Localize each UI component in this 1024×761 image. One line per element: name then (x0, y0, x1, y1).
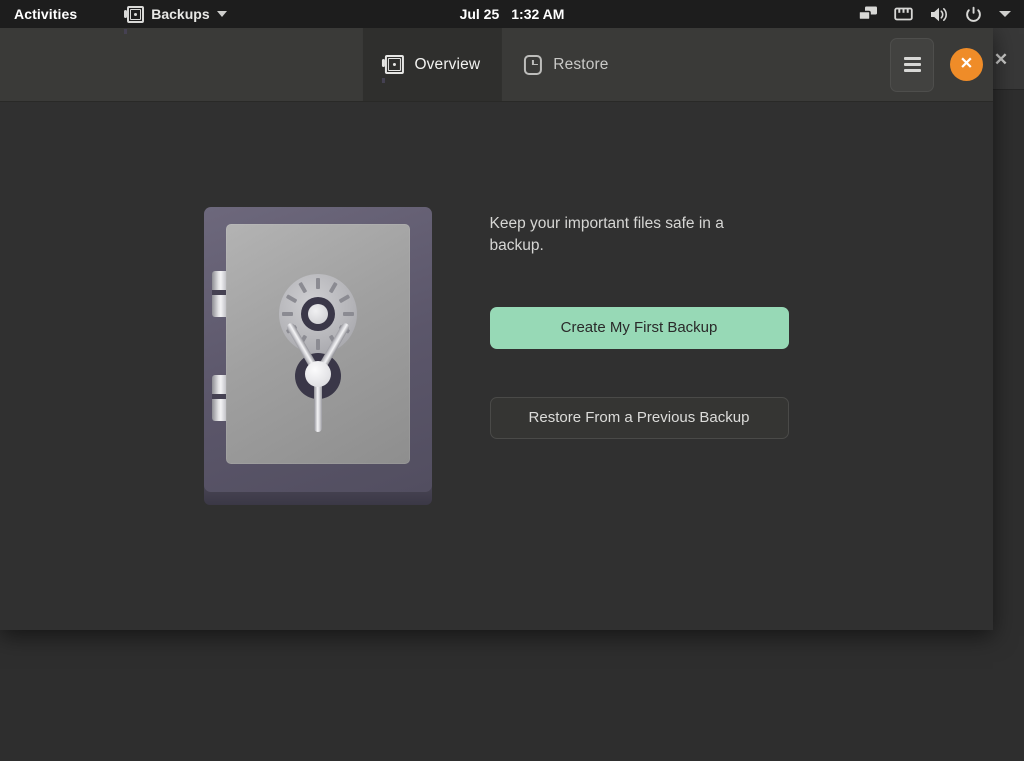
safe-icon (124, 5, 145, 34)
window-content: Keep your important files safe in a back… (0, 102, 993, 630)
close-icon: ✕ (959, 55, 974, 72)
safe-dial-tick (328, 281, 338, 294)
safe-dial-tick (281, 312, 293, 316)
empty-state-description: Keep your important files safe in a back… (489, 215, 724, 255)
safe-illustration (203, 207, 432, 505)
panel-status-area[interactable] (858, 0, 1018, 28)
volume-icon (929, 6, 949, 23)
create-first-backup-button[interactable]: Create My First Backup (489, 306, 789, 349)
window-close-button[interactable]: ✕ (950, 48, 983, 81)
view-switcher: Overview Restore (362, 28, 630, 101)
app-menu-label: Backups (151, 6, 210, 22)
tab-overview[interactable]: Overview (362, 28, 503, 101)
safe-dial-tick (285, 294, 297, 304)
header-controls: ✕ (890, 28, 983, 101)
empty-state: Keep your important files safe in a back… (203, 207, 790, 505)
gnome-top-panel: Activities Backups Jul 25 1:32 AM (0, 0, 1024, 34)
clock-icon (524, 54, 543, 75)
desktop: ✕ Overview Restore ✕ Keep your important… (0, 0, 1024, 761)
safe-dial-tick (297, 281, 307, 294)
backups-window: Overview Restore ✕ Keep your important f… (0, 28, 993, 630)
panel-date: Jul 25 (459, 6, 500, 22)
power-icon (965, 6, 982, 23)
safe-dial (278, 274, 357, 354)
app-menu-button[interactable]: Backups (117, 0, 236, 34)
safe-body (203, 207, 432, 492)
tab-restore-label: Restore (553, 55, 609, 73)
background-window-close-icon[interactable]: ✕ (992, 50, 1010, 68)
screen-share-icon (858, 6, 878, 22)
chevron-down-icon (998, 9, 1012, 19)
safe-dial-tick (338, 294, 350, 304)
panel-left: Activities Backups (0, 0, 237, 34)
empty-state-actions: Keep your important files safe in a back… (489, 207, 790, 439)
restore-previous-backup-button[interactable]: Restore From a Previous Backup (489, 396, 789, 439)
network-wired-icon (894, 6, 913, 22)
safe-dial-tick (315, 339, 320, 350)
tab-restore[interactable]: Restore (502, 28, 630, 101)
chevron-down-icon (216, 11, 227, 17)
tab-overview-label: Overview (414, 55, 481, 73)
safe-dial-tick (315, 278, 320, 289)
panel-clock[interactable]: Jul 25 1:32 AM (450, 0, 575, 28)
safe-icon (381, 55, 404, 83)
window-headerbar: Overview Restore ✕ (0, 28, 993, 102)
panel-time: 1:32 AM (511, 6, 565, 22)
hamburger-icon (903, 54, 921, 75)
safe-dial-hub (300, 297, 335, 331)
safe-dial-tick (342, 312, 354, 316)
safe-handle-knob (304, 361, 331, 387)
main-menu-button[interactable] (890, 37, 934, 92)
activities-button[interactable]: Activities (0, 0, 89, 28)
safe-door (225, 224, 410, 464)
